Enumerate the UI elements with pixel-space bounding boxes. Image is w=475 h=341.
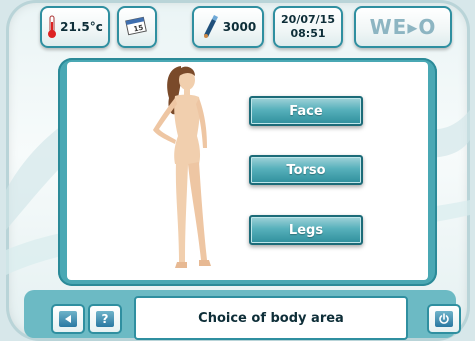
- body-area-panel: [67, 62, 428, 280]
- legs-button-label: Legs: [288, 222, 324, 238]
- brand-logo: WE▸O: [354, 6, 452, 48]
- temperature-value: 21.5°c: [60, 20, 103, 34]
- legs-button[interactable]: Legs: [249, 215, 363, 245]
- logo-text: WE▸O: [369, 15, 437, 39]
- temperature-display: 21.5°c: [40, 6, 110, 48]
- thermometer-icon: [47, 15, 57, 39]
- power-button[interactable]: [427, 304, 461, 334]
- help-icon: ?: [96, 311, 114, 327]
- torso-button-label: Torso: [286, 162, 326, 178]
- torso-button[interactable]: Torso: [249, 155, 363, 185]
- time-text: 08:51: [290, 27, 326, 40]
- back-arrow-icon: [59, 311, 77, 327]
- status-bar: Choice of body area: [134, 296, 408, 340]
- calendar-icon: 15: [125, 15, 149, 40]
- datetime-display: 20/07/15 08:51: [273, 6, 343, 48]
- back-button[interactable]: [51, 304, 85, 334]
- shot-counter: 3000: [192, 6, 264, 48]
- face-button[interactable]: Face: [249, 96, 363, 126]
- status-text: Choice of body area: [198, 310, 344, 326]
- calendar-button[interactable]: 15: [117, 6, 157, 48]
- help-button[interactable]: ?: [88, 304, 122, 334]
- body-figure-illustration: [153, 66, 211, 268]
- help-label: ?: [101, 312, 109, 326]
- handpiece-icon: [200, 15, 220, 39]
- date-text: 20/07/15: [281, 13, 335, 26]
- face-button-label: Face: [289, 103, 323, 119]
- power-icon: [435, 311, 453, 327]
- counter-value: 3000: [222, 20, 257, 34]
